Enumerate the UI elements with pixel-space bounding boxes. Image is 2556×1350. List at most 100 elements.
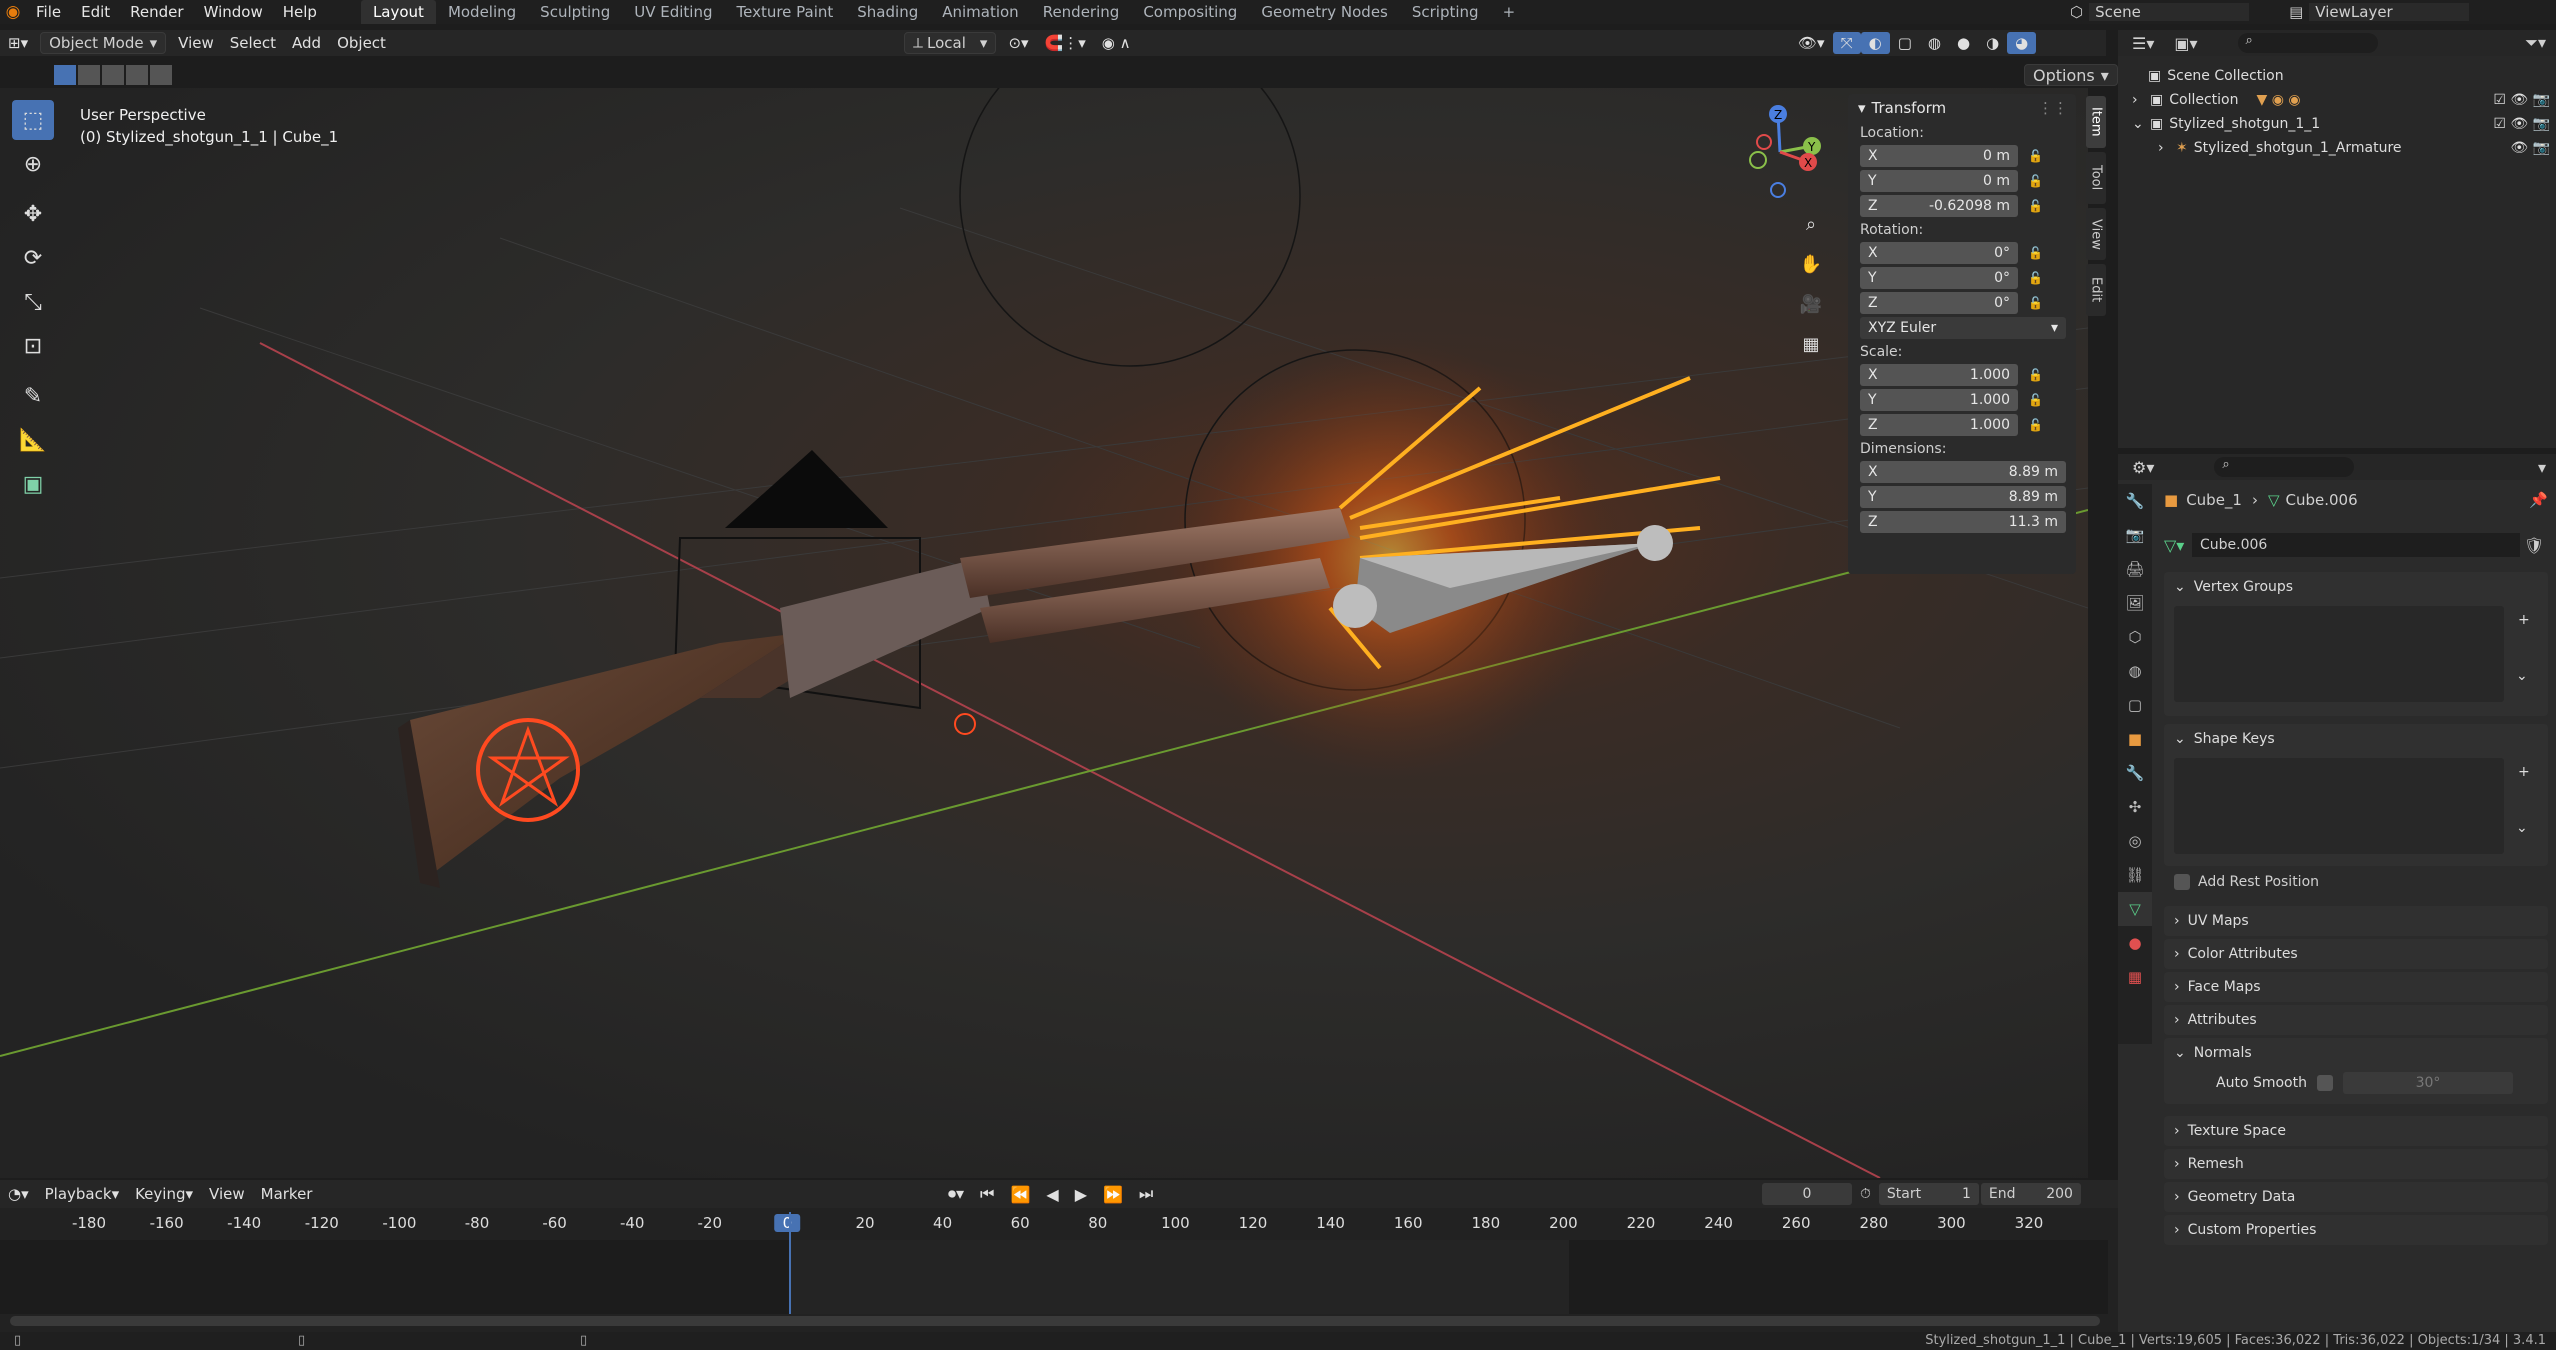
scale-z-field[interactable]: Z 1.000 <box>1860 414 2018 436</box>
auto-smooth-checkbox[interactable] <box>2316 1075 2333 1091</box>
lock-icon[interactable]: 🔓 <box>2028 149 2048 163</box>
tab-uv-editing[interactable]: UV Editing <box>622 0 724 24</box>
clock-icon[interactable]: ⏱ <box>1860 1186 1871 1202</box>
outliner-row-shotgun[interactable]: ⌄ ▣ Stylized_shotgun_1_1 ☑ 👁 📷 <box>2118 112 2556 136</box>
output-tab-icon[interactable]: 🖨 <box>2118 552 2152 586</box>
tab-tool[interactable]: Tool <box>2086 152 2106 204</box>
object-tab-icon[interactable]: ■ <box>2118 722 2152 756</box>
shape-keys-header[interactable]: ⌄ Shape Keys <box>2164 724 2548 754</box>
navigation-gizmo[interactable]: Z Y X <box>1730 102 1830 202</box>
custom-properties-panel[interactable]: › Custom Properties <box>2164 1215 2548 1245</box>
play-icon[interactable]: ▶ <box>1067 1183 1095 1205</box>
lock-icon[interactable]: 🔓 <box>2028 418 2048 432</box>
jump-end-icon[interactable]: ⏭ <box>1131 1183 1161 1205</box>
menu-render[interactable]: Render <box>120 0 193 24</box>
menu-add[interactable]: Add <box>284 32 329 54</box>
add-workspace-icon[interactable]: + <box>1491 0 1528 24</box>
rotation-mode-dropdown[interactable]: XYZ Euler ▾ <box>1860 317 2066 339</box>
shading-rendered-icon[interactable]: ◕ <box>2007 32 2037 54</box>
vertex-groups-list[interactable] <box>2174 606 2504 702</box>
outliner-row-scene-collection[interactable]: ▣ Scene Collection <box>2118 64 2556 88</box>
rotate-icon[interactable]: ⟳ <box>12 238 54 278</box>
timeline-editor-icon[interactable]: ◔▾ <box>0 1183 37 1205</box>
display-mode-icon[interactable]: ▣▾ <box>2174 34 2197 53</box>
current-frame-field[interactable]: 0 <box>1762 1183 1852 1205</box>
uv-maps-panel[interactable]: › UV Maps <box>2164 906 2548 936</box>
menu-select[interactable]: Select <box>222 32 284 54</box>
dimensions-x-field[interactable]: X 8.89 m <box>1860 461 2066 483</box>
tab-item[interactable]: Item <box>2086 96 2106 148</box>
tab-compositing[interactable]: Compositing <box>1131 0 1249 24</box>
geometry-data-panel[interactable]: › Geometry Data <box>2164 1182 2548 1212</box>
constraints-tab-icon[interactable]: ⛓ <box>2118 858 2152 892</box>
select-mode-intersect-icon[interactable] <box>150 65 172 85</box>
lock-icon[interactable]: 🔓 <box>2028 246 2048 260</box>
expand-arrow-icon[interactable]: › <box>2158 140 2176 156</box>
visibility-controls[interactable]: ☑ 👁 📷 <box>2493 116 2550 132</box>
visibility-icon[interactable]: 👁▾ <box>1790 32 1833 54</box>
lock-icon[interactable]: 🔓 <box>2028 174 2048 188</box>
scene-tab-icon[interactable]: ⬡ <box>2118 620 2152 654</box>
prev-keyframe-icon[interactable]: ⏪ <box>1002 1183 1038 1205</box>
view-layer-tab-icon[interactable]: 🖼 <box>2118 586 2152 620</box>
snap-icon[interactable]: 🧲⋮▾ <box>1037 32 1094 54</box>
chevron-down-icon[interactable]: ▾ <box>2538 458 2546 477</box>
particles-tab-icon[interactable]: ✣ <box>2118 790 2152 824</box>
shading-wireframe-icon[interactable]: ◍ <box>1920 32 1949 54</box>
dimensions-z-field[interactable]: Z 11.3 m <box>1860 511 2066 533</box>
shading-material-icon[interactable]: ◑ <box>1978 32 2007 54</box>
mode-dropdown[interactable]: Object Mode ▾ <box>40 32 167 54</box>
ortho-grid-icon[interactable]: ▦ <box>1796 326 1826 362</box>
menu-keying[interactable]: Keying ▾ <box>127 1183 201 1205</box>
render-tab-icon[interactable]: 📷 <box>2118 518 2152 552</box>
face-maps-panel[interactable]: › Face Maps <box>2164 972 2548 1002</box>
options-dropdown[interactable]: Options ▾ <box>2024 64 2118 86</box>
properties-search-input[interactable]: ⌕ <box>2214 457 2355 477</box>
pin-icon[interactable]: 📌 <box>2529 491 2548 509</box>
start-frame-field[interactable]: Start 1 <box>1878 1183 1979 1205</box>
zoom-icon[interactable]: ⌕ <box>1796 206 1826 242</box>
physics-tab-icon[interactable]: ◎ <box>2118 824 2152 858</box>
mesh-name-field[interactable]: Cube.006 <box>2192 533 2520 557</box>
properties-editor-icon[interactable]: ⚙▾ <box>2132 458 2154 477</box>
viewlayer-name[interactable]: ViewLayer <box>2309 3 2470 21</box>
jump-start-icon[interactable]: ⏮ <box>972 1183 1002 1205</box>
orientation-dropdown[interactable]: ⟂ Local ▾ <box>904 32 997 54</box>
texture-tab-icon[interactable]: ▦ <box>2118 960 2152 994</box>
menu-edit[interactable]: Edit <box>71 0 120 24</box>
measure-icon[interactable]: 📐 <box>12 420 54 460</box>
outliner-editor-icon[interactable]: ☰▾ <box>2132 34 2154 53</box>
tab-view[interactable]: View <box>2086 208 2106 260</box>
timeline-tracks[interactable] <box>0 1212 2108 1314</box>
fake-user-icon[interactable]: 🛡 <box>2520 536 2548 555</box>
record-icon[interactable]: ⏺▾ <box>940 1183 972 1205</box>
expand-arrow-icon[interactable]: › <box>2132 92 2150 108</box>
select-box-icon[interactable]: ⬚ <box>12 100 54 140</box>
pivot-icon[interactable]: ⊙▾ <box>1000 32 1036 54</box>
pan-hand-icon[interactable]: ✋ <box>1796 246 1826 282</box>
select-mode-invert-icon[interactable] <box>126 65 148 85</box>
menu-timeline-view[interactable]: View <box>201 1183 253 1205</box>
tab-geometry-nodes[interactable]: Geometry Nodes <box>1249 0 1400 24</box>
transform-icon[interactable]: ⊡ <box>12 326 54 366</box>
collection-tab-icon[interactable]: ▢ <box>2118 688 2152 722</box>
shading-solid-icon[interactable]: ● <box>1949 32 1978 54</box>
lock-icon[interactable]: 🔓 <box>2028 393 2048 407</box>
move-icon[interactable]: ✥ <box>12 194 54 234</box>
end-frame-field[interactable]: End 200 <box>1980 1183 2081 1205</box>
shape-keys-list[interactable] <box>2174 758 2504 854</box>
xray-icon[interactable]: ▢ <box>1890 32 1920 54</box>
lock-icon[interactable]: 🔓 <box>2028 296 2048 310</box>
viewlayer-icon[interactable]: ▤ <box>2289 3 2303 21</box>
material-tab-icon[interactable]: ● <box>2118 926 2152 960</box>
lock-icon[interactable]: 🔓 <box>2028 271 2048 285</box>
outliner-search-input[interactable]: ⌕ <box>2237 33 2378 53</box>
scale-x-field[interactable]: X 1.000 <box>1860 364 2018 386</box>
menu-file[interactable]: File <box>26 0 71 24</box>
chevron-down-icon[interactable]: ⌄ <box>2516 668 2528 684</box>
modifier-tab-icon[interactable]: 🔧 <box>2118 756 2152 790</box>
play-reverse-icon[interactable]: ◀ <box>1038 1183 1066 1205</box>
scale-y-field[interactable]: Y 1.000 <box>1860 389 2018 411</box>
remesh-panel[interactable]: › Remesh <box>2164 1149 2548 1179</box>
transform-header[interactable]: ▾ Transform ⋮⋮ <box>1848 94 2076 122</box>
